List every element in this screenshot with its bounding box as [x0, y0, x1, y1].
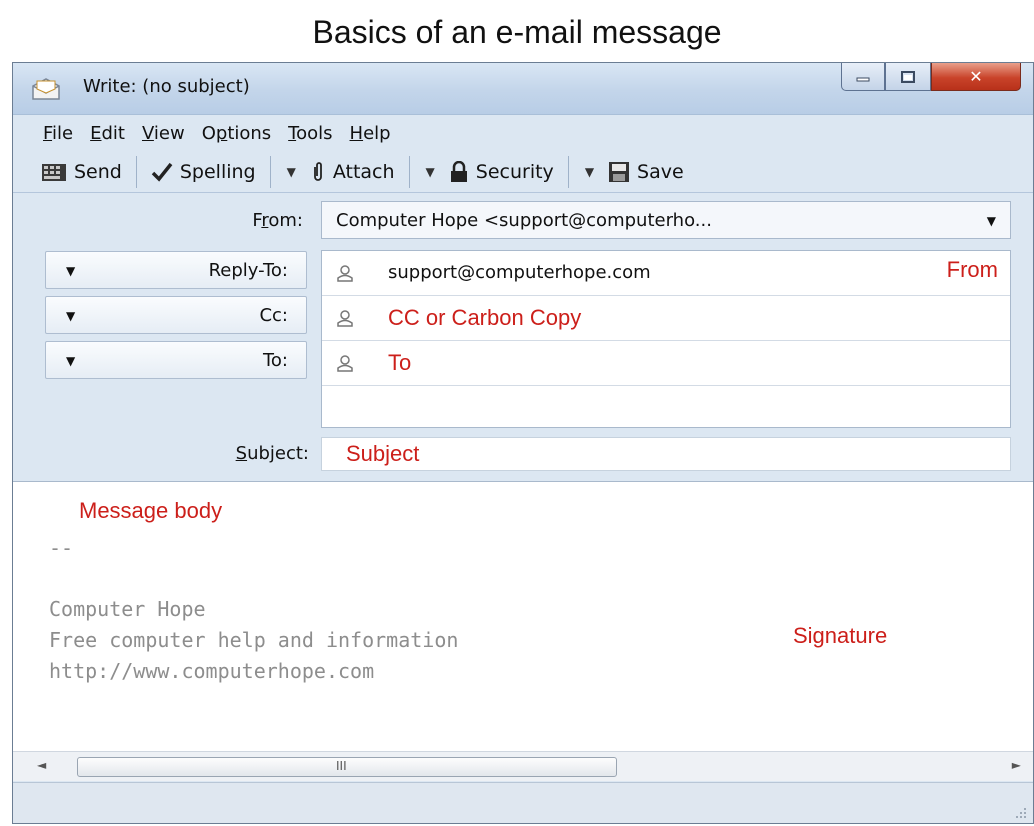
- chevron-down-icon: ▼: [66, 309, 76, 323]
- toolbar-divider: [135, 155, 137, 188]
- from-select[interactable]: Computer Hope <support@computerho... ▼: [321, 201, 1011, 239]
- scrollbar-thumb[interactable]: III: [77, 757, 617, 777]
- menu-edit[interactable]: Edit: [90, 123, 125, 144]
- security-dropdown-icon[interactable]: ▼: [577, 165, 602, 179]
- attach-button[interactable]: Attach: [304, 155, 401, 189]
- checkmark-icon: [151, 162, 173, 182]
- person-icon: [337, 355, 353, 372]
- menu-view[interactable]: View: [142, 123, 185, 144]
- maximize-button[interactable]: [885, 63, 931, 91]
- minimize-icon: [856, 77, 870, 81]
- scrollbar-grip: III: [336, 759, 347, 773]
- cc-type-label: Cc:: [259, 305, 288, 326]
- signature-separator: --: [49, 536, 74, 560]
- compose-toolbar: Send Spelling ▼ Attach ▼ Security ▼ Save: [13, 151, 1033, 193]
- floppy-disk-icon: [609, 161, 630, 182]
- attach-label: Attach: [332, 160, 395, 183]
- person-icon: [337, 310, 353, 327]
- from-label: From:: [252, 210, 303, 231]
- subject-input[interactable]: Subject: [321, 437, 1011, 471]
- scroll-left-icon[interactable]: ◄: [37, 758, 46, 772]
- message-body-editor[interactable]: Message body -- Computer Hope Free compu…: [13, 481, 1033, 751]
- to-type-label: To:: [262, 350, 288, 371]
- chevron-down-icon: ▼: [66, 354, 76, 368]
- from-value: Computer Hope <support@computerho...: [336, 209, 712, 231]
- spelling-label: Spelling: [179, 160, 256, 183]
- toolbar-divider: [567, 155, 569, 188]
- menu-help[interactable]: Help: [350, 123, 391, 144]
- chevron-down-icon: ▼: [986, 214, 996, 228]
- menu-bar: File Edit View Options Tools Help: [13, 116, 1033, 150]
- scroll-right-icon[interactable]: ►: [1012, 758, 1021, 772]
- security-label: Security: [475, 160, 554, 183]
- signature-line-1: Computer Hope: [49, 597, 206, 621]
- maximize-icon: [901, 70, 915, 83]
- save-label: Save: [637, 160, 684, 183]
- recipient-row-to[interactable]: To: [322, 341, 1010, 386]
- recipient-row-empty[interactable]: [322, 386, 1010, 431]
- menu-file[interactable]: File: [43, 123, 73, 144]
- menu-tools[interactable]: Tools: [288, 123, 332, 144]
- send-button[interactable]: Send: [35, 155, 128, 189]
- status-bar: [13, 782, 1033, 823]
- cc-address[interactable]: CC or Carbon Copy: [388, 305, 581, 331]
- signature-annotation: Signature: [793, 623, 888, 648]
- cc-type-dropdown[interactable]: ▼ Cc:: [45, 296, 307, 334]
- window-controls: ✕: [841, 63, 1021, 91]
- recipient-list: support@computerhope.com From CC or Carb…: [321, 250, 1011, 428]
- reply-to-type-label: Reply-To:: [208, 260, 288, 281]
- close-button[interactable]: ✕: [931, 63, 1021, 91]
- to-type-dropdown[interactable]: ▼ To:: [45, 341, 307, 379]
- recipient-row-reply-to[interactable]: support@computerhope.com From: [322, 251, 1010, 296]
- paperclip-icon: [313, 161, 322, 181]
- security-button[interactable]: Security: [443, 155, 560, 189]
- compose-window: Write: (no subject) ✕ File Edit View Opt…: [12, 62, 1034, 824]
- spelling-dropdown-icon[interactable]: ▼: [279, 165, 304, 179]
- message-header: From: Computer Hope <support@computerho.…: [13, 194, 1033, 479]
- resize-grip-icon[interactable]: [1013, 805, 1027, 819]
- send-icon: [42, 163, 66, 181]
- compose-mail-icon: [32, 78, 60, 100]
- person-icon: [337, 265, 353, 282]
- signature-line-3: http://www.computerhope.com: [49, 659, 375, 683]
- window-title: Write: (no subject): [83, 76, 250, 97]
- title-bar[interactable]: Write: (no subject) ✕: [13, 63, 1033, 115]
- lock-icon: [450, 160, 467, 182]
- menu-options[interactable]: Options: [202, 123, 271, 144]
- reply-to-type-dropdown[interactable]: ▼ Reply-To:: [45, 251, 307, 289]
- recipient-row-cc[interactable]: CC or Carbon Copy: [322, 296, 1010, 341]
- close-icon: ✕: [969, 67, 983, 86]
- subject-label: Subject:: [235, 443, 309, 464]
- chevron-down-icon: ▼: [66, 264, 76, 278]
- toolbar-divider: [269, 155, 271, 188]
- minimize-button[interactable]: [841, 63, 885, 91]
- send-label: Send: [74, 160, 122, 183]
- save-button[interactable]: Save: [602, 155, 690, 189]
- subject-value: Subject: [346, 441, 420, 466]
- page-title: Basics of an e-mail message: [312, 14, 722, 50]
- from-annotation: From: [946, 257, 998, 282]
- reply-to-address[interactable]: support@computerhope.com: [388, 262, 651, 283]
- message-body-annotation: Message body: [79, 498, 223, 523]
- spelling-button[interactable]: Spelling: [145, 155, 262, 189]
- to-address[interactable]: To: [388, 350, 411, 376]
- toolbar-divider: [408, 155, 410, 188]
- signature-line-2: Free computer help and information: [49, 628, 459, 652]
- attach-dropdown-icon[interactable]: ▼: [418, 165, 443, 179]
- horizontal-scrollbar[interactable]: ◄ III ►: [13, 751, 1033, 781]
